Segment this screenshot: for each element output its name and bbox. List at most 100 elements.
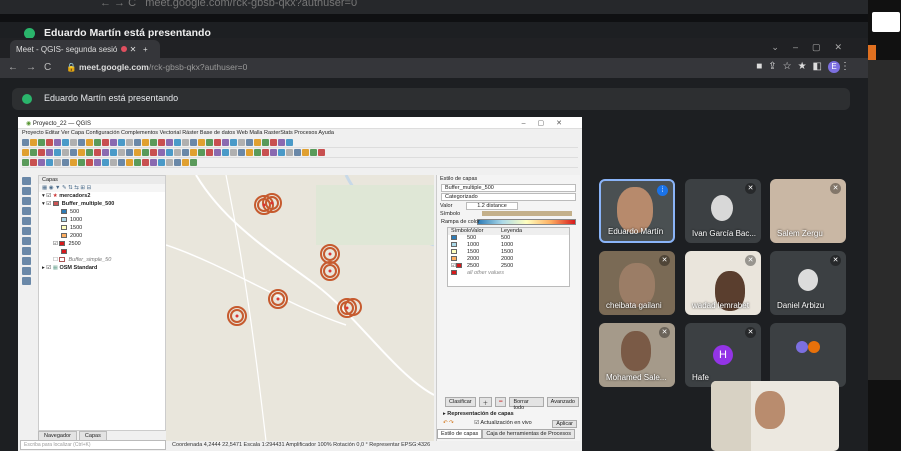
toolbar-tool-icon[interactable] (286, 149, 293, 156)
toolbar-tool-icon[interactable] (262, 149, 269, 156)
tab-meet[interactable]: Meet - QGIS- segunda sesió ✕ + (10, 40, 160, 58)
toolbar-tool-icon[interactable] (222, 139, 229, 146)
toolbar-tool-icon[interactable] (182, 139, 189, 146)
layer-mercadors2[interactable]: ▾ ☑ ★ mercadors2 (39, 192, 165, 200)
toolbar-tool-icon[interactable] (118, 159, 125, 166)
toolbar-tool-icon[interactable] (22, 149, 29, 156)
toolbar-tool-icon[interactable] (94, 139, 101, 146)
toolbar-tool-icon[interactable] (126, 139, 133, 146)
side-tool-icon[interactable] (22, 257, 31, 265)
category-row[interactable]: 1500 1500 (448, 249, 569, 256)
toolbar-tool-icon[interactable] (38, 139, 45, 146)
layer-class-500[interactable]: 500 (39, 208, 165, 216)
toolbar-tool-icon[interactable] (174, 149, 181, 156)
participant-tile[interactable]: ⁞ Eduardo Martín (599, 179, 675, 243)
classify-button[interactable]: Clasificar (445, 397, 476, 407)
qgis-toolbar-3[interactable] (22, 158, 578, 168)
side-tool-icon[interactable] (22, 207, 31, 215)
side-tool-icon[interactable] (22, 197, 31, 205)
toolbar-tool-icon[interactable] (118, 149, 125, 156)
toolbar-tool-icon[interactable] (190, 159, 197, 166)
toolbar-tool-icon[interactable] (198, 149, 205, 156)
toolbar-tool-icon[interactable] (22, 139, 29, 146)
nav-buttons[interactable]: ←→C (8, 62, 59, 73)
participant-tile[interactable]: ✕ Ivan García Bac... (685, 179, 761, 243)
category-row[interactable]: 1000 1000 (448, 242, 569, 249)
toolbar-tool-icon[interactable] (142, 149, 149, 156)
toolbar-tool-icon[interactable] (78, 149, 85, 156)
toolbar-tool-icon[interactable] (102, 139, 109, 146)
toolbar-tool-icon[interactable] (94, 149, 101, 156)
layer-class-2000[interactable]: 2000 (39, 232, 165, 240)
toolbar-tool-icon[interactable] (134, 139, 141, 146)
toolbar-tool-icon[interactable] (230, 139, 237, 146)
toolbar-tool-icon[interactable] (150, 139, 157, 146)
toolbar-tool-icon[interactable] (70, 149, 77, 156)
participant-tile[interactable]: ✕ Mohamed Sale... (599, 323, 675, 387)
toolbar-tool-icon[interactable] (206, 149, 213, 156)
side-tool-icon[interactable] (22, 177, 31, 185)
toolbar-tool-icon[interactable] (190, 149, 197, 156)
profile-avatar[interactable]: E (828, 61, 840, 73)
toolbar-tool-icon[interactable] (174, 159, 181, 166)
toolbar-tool-icon[interactable] (134, 149, 141, 156)
layers-toolbar[interactable]: ▦ ◉ ▼ ✎ ⇅ ⇆ ⊞ ⊟ (39, 184, 165, 192)
toolbar-tool-icon[interactable] (214, 139, 221, 146)
layer-class-1500[interactable]: 1500 (39, 224, 165, 232)
layer-render-section[interactable]: ▸ Representación de capas (443, 411, 514, 417)
tab-processing-toolbox[interactable]: Caja de herramientas de Procesos (482, 429, 575, 439)
renderer-select[interactable]: Categorizado (441, 193, 576, 201)
toolbar-tool-icon[interactable] (126, 159, 133, 166)
toolbar-tool-icon[interactable] (262, 139, 269, 146)
toolbar-tool-icon[interactable] (270, 139, 277, 146)
toolbar-tool-icon[interactable] (158, 149, 165, 156)
toolbar-tool-icon[interactable] (150, 149, 157, 156)
close-tab-icon[interactable]: ✕ (130, 45, 137, 54)
toolbar-tool-icon[interactable] (62, 149, 69, 156)
toolbar-tool-icon[interactable] (110, 149, 117, 156)
side-tool-icon[interactable] (22, 277, 31, 285)
toolbar-tool-icon[interactable] (46, 149, 53, 156)
participant-tile[interactable]: ✕ wadad lemrabet (685, 251, 761, 315)
toolbar-tool-icon[interactable] (134, 159, 141, 166)
side-tool-icon[interactable] (22, 227, 31, 235)
layer-class-other[interactable] (39, 248, 165, 256)
url-field[interactable]: 🔒 meet.google.com/rck-gbsb-qkx?authuser=… (66, 62, 247, 73)
toolbar-tool-icon[interactable] (118, 139, 125, 146)
new-tab-icon[interactable]: + (143, 45, 148, 54)
toolbar-tool-icon[interactable] (54, 159, 61, 166)
toolbar-tool-icon[interactable] (214, 149, 221, 156)
toolbar-tool-icon[interactable] (54, 139, 61, 146)
apply-button[interactable]: Aplicar (552, 420, 577, 428)
toolbar-tool-icon[interactable] (318, 149, 325, 156)
toolbar-tool-icon[interactable] (198, 139, 205, 146)
toolbar-tool-icon[interactable] (294, 149, 301, 156)
toolbar-tool-icon[interactable] (278, 149, 285, 156)
toolbar-tool-icon[interactable] (238, 149, 245, 156)
toolbar-tool-icon[interactable] (166, 139, 173, 146)
participant-tile[interactable]: ✕ Salem Zergu (770, 179, 846, 243)
side-tool-icon[interactable] (22, 247, 31, 255)
toolbar-tool-icon[interactable] (110, 139, 117, 146)
category-row[interactable]: ☑ 2500 2500 (448, 263, 569, 270)
toolbar-tool-icon[interactable] (54, 149, 61, 156)
toolbar-tool-icon[interactable] (86, 149, 93, 156)
category-row[interactable]: 2000 2000 (448, 256, 569, 263)
toolbar-tool-icon[interactable] (102, 159, 109, 166)
toolbar-tool-icon[interactable] (30, 139, 37, 146)
toolbar-tool-icon[interactable] (46, 139, 53, 146)
undo-redo-icons[interactable]: ↶ ↷ (443, 420, 454, 428)
toolbar-tool-icon[interactable] (182, 149, 189, 156)
toolbar-tool-icon[interactable] (286, 139, 293, 146)
side-tool-icon[interactable] (22, 237, 31, 245)
toolbar-tool-icon[interactable] (246, 149, 253, 156)
toolbar-tool-icon[interactable] (30, 159, 37, 166)
toolbar-tool-icon[interactable] (38, 159, 45, 166)
toolbar-tool-icon[interactable] (86, 139, 93, 146)
window-controls[interactable]: ⌄–▢✕ (771, 42, 856, 53)
toolbar-tool-icon[interactable] (62, 159, 69, 166)
toolbar-tool-icon[interactable] (70, 139, 77, 146)
participant-tile[interactable]: ✕ cheibata gailani (599, 251, 675, 315)
toolbar-tool-icon[interactable] (70, 159, 77, 166)
layer-class-1000[interactable]: 1000 (39, 216, 165, 224)
